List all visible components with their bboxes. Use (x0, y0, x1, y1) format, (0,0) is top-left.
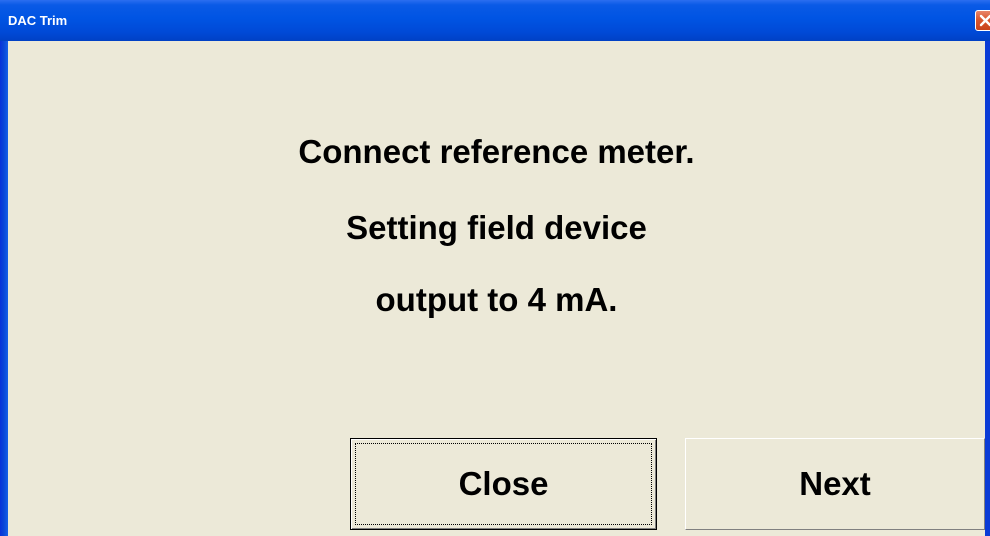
window-frame-right (985, 41, 990, 536)
close-icon (979, 14, 990, 27)
instruction-line-1: Connect reference meter. (298, 133, 695, 170)
focus-rectangle (355, 443, 652, 525)
instruction-line-2: Setting field device (346, 209, 647, 246)
next-button[interactable]: Next (685, 438, 985, 530)
instruction-line-3: output to 4 mA. (375, 281, 618, 318)
next-button-label: Next (799, 465, 871, 502)
dac-trim-dialog: DAC Trim Connect reference meter. Settin… (0, 0, 990, 536)
window-close-button[interactable] (975, 10, 990, 31)
title-bar[interactable]: DAC Trim (0, 0, 990, 41)
window-frame-left (0, 41, 8, 536)
window-title: DAC Trim (8, 13, 68, 28)
close-button[interactable]: Close (350, 438, 657, 530)
